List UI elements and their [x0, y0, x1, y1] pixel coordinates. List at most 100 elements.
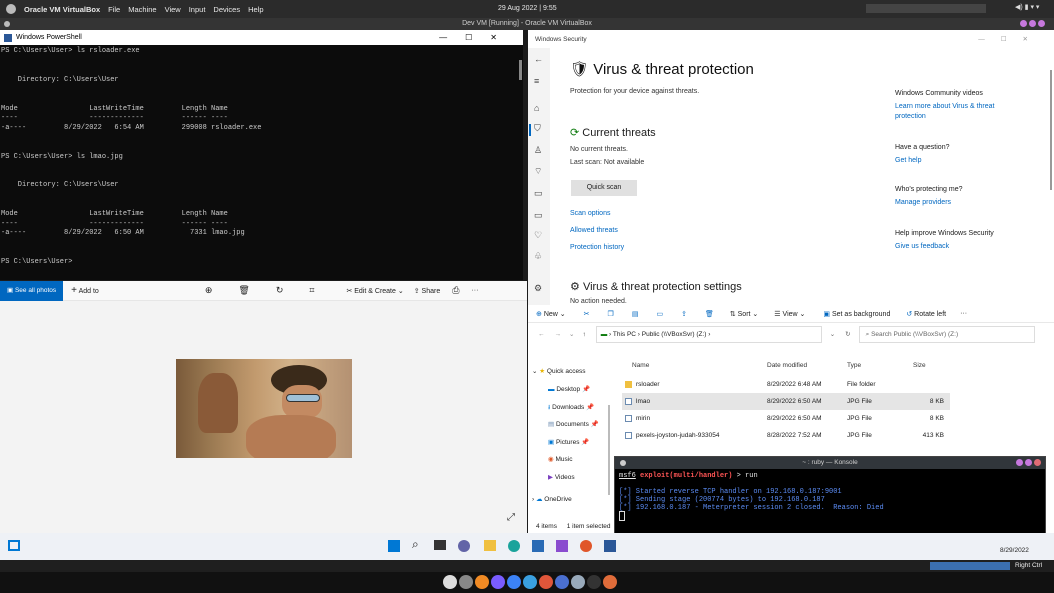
- edit-create-button[interactable]: ✂ Edit & Create ⌄: [346, 287, 403, 295]
- taskbar-date[interactable]: 8/29/2022: [1000, 547, 1029, 554]
- device-health-icon[interactable]: ♡: [534, 230, 542, 241]
- paste-icon[interactable]: ▤: [632, 310, 639, 318]
- virtualbox-dock-icon[interactable]: [571, 575, 585, 589]
- allowed-threats-link[interactable]: Allowed threats: [570, 227, 618, 234]
- start-icon[interactable]: [388, 540, 400, 552]
- address-bar[interactable]: ▬ › This PC › Public (\\VBoxSvr) (Z:) ›: [595, 325, 822, 343]
- account-icon[interactable]: ♙: [534, 145, 542, 156]
- col-date[interactable]: Date modified: [767, 362, 807, 369]
- powershell-task-icon[interactable]: [604, 540, 616, 552]
- more-icon[interactable]: ···: [960, 310, 967, 317]
- search-icon[interactable]: ⌕: [412, 537, 419, 552]
- window-controls[interactable]: —☐✕: [978, 35, 1044, 43]
- nav-desktop[interactable]: ▬ Desktop 📌: [548, 385, 590, 393]
- telegram-icon[interactable]: [523, 575, 537, 589]
- refresh-icon[interactable]: ↻: [845, 330, 850, 338]
- crop-icon[interactable]: ⌗: [309, 285, 314, 296]
- app-icon[interactable]: [603, 575, 617, 589]
- more-icon[interactable]: ···: [471, 287, 478, 294]
- add-to-button[interactable]: + Add to: [71, 285, 99, 296]
- share-button[interactable]: ⇪ Share: [414, 287, 441, 295]
- firefox-icon[interactable]: [475, 575, 489, 589]
- visual-studio-icon[interactable]: [556, 540, 568, 552]
- rotate-left-button[interactable]: ↺ Rotate left: [906, 310, 946, 318]
- taskview-icon[interactable]: [434, 540, 446, 550]
- task-view-icon[interactable]: [8, 540, 20, 551]
- file-row-pexels-joyston-judah-933054[interactable]: pexels-joyston-judah-933054 8/28/2022 7:5…: [622, 427, 950, 444]
- minimize-icon[interactable]: [1020, 20, 1027, 27]
- print-icon[interactable]: ⎙: [452, 285, 459, 296]
- discord-icon[interactable]: [491, 575, 505, 589]
- address-dropdown-icon[interactable]: ⌄: [830, 330, 835, 338]
- browser-icon[interactable]: [507, 575, 521, 589]
- windows-security-window[interactable]: Windows Security —☐✕ ← ≡ ⌂ ⛉ ♙ ⌔ ▭ ▭ ♡ ♧…: [528, 30, 1054, 305]
- file-row-mirin[interactable]: mirin 8/29/2022 6:50 AM JPG File 8 KB: [622, 410, 950, 427]
- launcher-icon[interactable]: [443, 575, 457, 589]
- menu-view[interactable]: View: [165, 5, 181, 14]
- window-controls[interactable]: —☐✕: [439, 33, 515, 42]
- col-size[interactable]: Size: [913, 362, 926, 369]
- search-box[interactable]: ⌕ Search Public (\\VBoxSvr) (Z:): [858, 325, 1035, 343]
- sort-button[interactable]: ⇅ Sort ⌄: [730, 310, 758, 318]
- konsole-controls[interactable]: [1016, 459, 1041, 471]
- hamburger-icon[interactable]: ≡: [534, 76, 539, 86]
- menu-file[interactable]: File: [108, 5, 120, 14]
- close-icon[interactable]: [1038, 20, 1046, 27]
- file-row-rsloader[interactable]: rsloader 8/29/2022 6:48 AM File folder: [622, 376, 950, 393]
- scan-options-link[interactable]: Scan options: [570, 210, 610, 217]
- edge-icon[interactable]: [508, 540, 520, 552]
- fullscreen-icon[interactable]: ⤢: [507, 512, 515, 523]
- shield-icon[interactable]: ⛉: [534, 123, 541, 134]
- vbox-icon[interactable]: [555, 575, 569, 589]
- up-icon[interactable]: ↑: [582, 331, 585, 338]
- nav-onedrive[interactable]: › ☁ OneDrive: [532, 495, 572, 503]
- security-scrollbar[interactable]: [1050, 70, 1052, 190]
- copy-icon[interactable]: ❐: [608, 310, 614, 318]
- col-type[interactable]: Type: [847, 362, 861, 369]
- network-icon[interactable]: ⌔: [534, 166, 542, 177]
- feedback-link[interactable]: Give us feedback: [895, 243, 1025, 250]
- file-row-lmao[interactable]: lmao 8/29/2022 6:50 AM JPG File 8 KB: [622, 393, 950, 410]
- see-all-photos-button[interactable]: ▣ See all photos: [0, 280, 64, 301]
- manage-providers-link[interactable]: Manage providers: [895, 199, 1025, 206]
- settings-icon[interactable]: ⚙: [534, 283, 542, 294]
- powershell-scrollbar[interactable]: [519, 60, 522, 80]
- dots-icon[interactable]: [587, 575, 601, 589]
- device-security-icon[interactable]: ▭: [534, 210, 543, 221]
- family-icon[interactable]: ♧: [534, 251, 542, 262]
- nav-quick-access[interactable]: ⌄ ★ Quick access: [532, 367, 586, 375]
- menu-input[interactable]: Input: [189, 5, 206, 14]
- nav-videos[interactable]: ▶ Videos: [548, 473, 575, 481]
- col-name[interactable]: Name: [632, 362, 649, 369]
- delete-icon[interactable]: 🗑: [705, 310, 714, 318]
- back-icon[interactable]: ←: [538, 331, 545, 338]
- learn-more-link[interactable]: Learn more about Virus & threat protecti…: [895, 102, 1025, 122]
- vm-window-controls[interactable]: [1020, 20, 1046, 29]
- view-button[interactable]: ☰ View ⌄: [774, 310, 805, 318]
- nav-music[interactable]: ◉ Music: [548, 455, 572, 463]
- app-browser-icon[interactable]: ▭: [534, 188, 543, 199]
- close-icon[interactable]: [1034, 459, 1041, 466]
- konsole-window[interactable]: ~ : ruby — Konsole msf6 exploit(multi/ha…: [614, 456, 1046, 544]
- rename-icon[interactable]: ▭: [656, 310, 663, 318]
- nav-pictures[interactable]: ▣ Pictures 📌: [548, 438, 589, 446]
- settings-icon[interactable]: [459, 575, 473, 589]
- konsole-output[interactable]: msf6 exploit(multi/handler) > run [*] St…: [615, 469, 1045, 523]
- zoom-icon[interactable]: ⊕: [205, 285, 213, 296]
- folder-icon[interactable]: [484, 540, 496, 551]
- menu-machine[interactable]: Machine: [128, 5, 156, 14]
- set-background-button[interactable]: ▣ Set as background: [823, 310, 890, 318]
- nav-documents[interactable]: ▤ Documents 📌: [548, 420, 599, 428]
- forward-icon[interactable]: →: [555, 331, 562, 338]
- delete-icon[interactable]: 🗑: [238, 285, 249, 296]
- nav-downloads[interactable]: ⭳ Downloads 📌: [548, 403, 594, 414]
- menu-help[interactable]: Help: [248, 5, 263, 14]
- store-icon[interactable]: [532, 540, 544, 552]
- cut-icon[interactable]: ✂: [584, 310, 590, 318]
- home-icon[interactable]: ⌂: [534, 103, 539, 113]
- maximize-icon[interactable]: [1025, 459, 1033, 466]
- powershell-window[interactable]: Windows PowerShell —☐✕ PS C:\Users\User>…: [0, 30, 523, 280]
- maximize-icon[interactable]: [1029, 20, 1037, 27]
- share-icon[interactable]: ⇪: [681, 310, 687, 318]
- rotate-icon[interactable]: ↻: [276, 285, 284, 296]
